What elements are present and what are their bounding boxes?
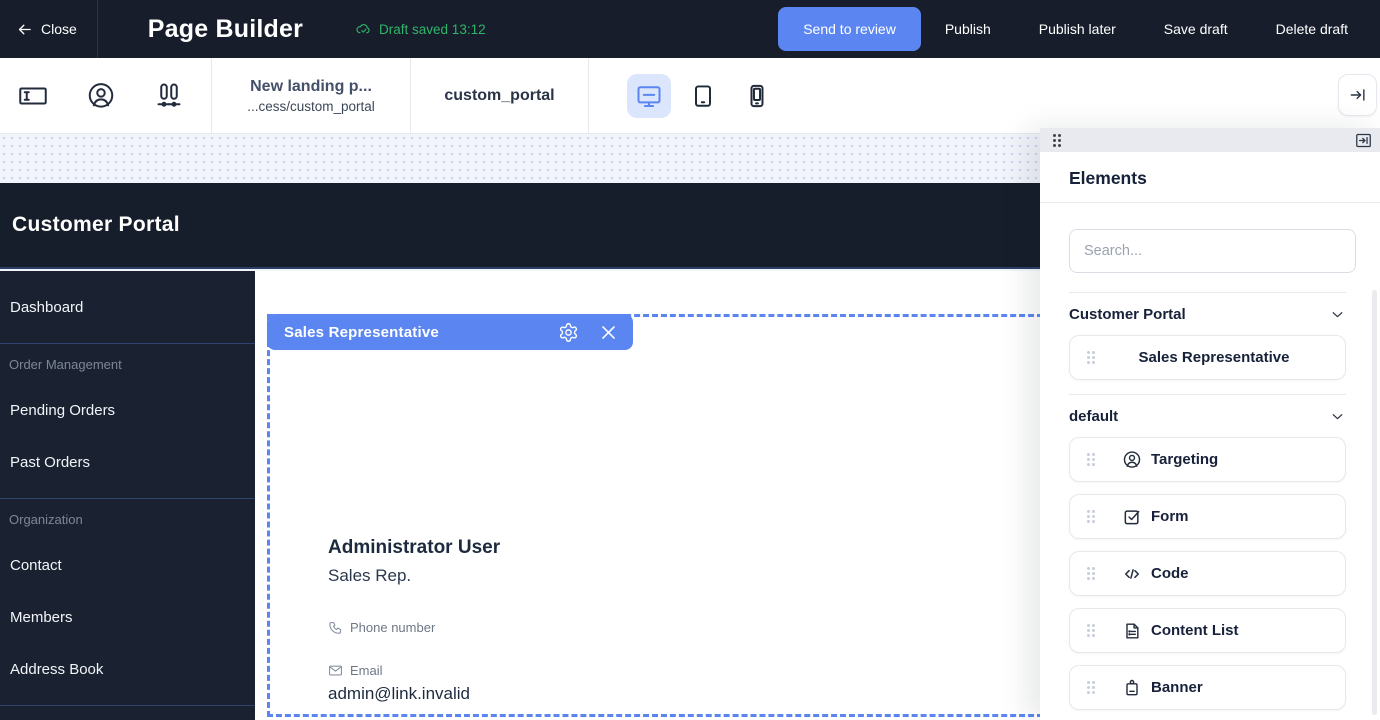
- element-item-label: Sales Representative: [1095, 349, 1333, 366]
- sidebar-item-address-book[interactable]: Address Book: [0, 643, 255, 695]
- gear-icon: [558, 322, 579, 343]
- element-item-label: Form: [1151, 508, 1189, 525]
- panel-group-default[interactable]: default: [1069, 395, 1346, 437]
- element-item-code[interactable]: Code: [1069, 551, 1346, 596]
- panel-body: Customer Portal Sales Representative def…: [1040, 203, 1380, 720]
- selected-element-outline[interactable]: Sales Representative Administrator User …: [267, 314, 1043, 717]
- back-arrow-icon: [16, 21, 33, 38]
- send-to-review-button[interactable]: Send to review: [778, 7, 921, 51]
- publish-later-button[interactable]: Publish later: [1015, 7, 1140, 51]
- element-item-label: Banner: [1151, 679, 1203, 696]
- delete-draft-button[interactable]: Delete draft: [1252, 7, 1372, 51]
- banner-icon: [1122, 678, 1142, 698]
- rep-role: Sales Rep.: [328, 566, 500, 586]
- phone-icon: [328, 620, 343, 635]
- content-list-icon: [1122, 621, 1142, 641]
- code-icon: [1122, 564, 1142, 584]
- sidebar-group-label: Organization: [0, 499, 255, 539]
- close-label: Close: [41, 21, 77, 37]
- arrow-to-bar-icon: [1348, 85, 1368, 105]
- audience-icon: [1122, 450, 1142, 470]
- element-item-sales-representative[interactable]: Sales Representative: [1069, 335, 1346, 380]
- sales-rep-card: Administrator User Sales Rep. Phone numb…: [328, 537, 500, 704]
- chevron-down-icon: [1329, 306, 1346, 323]
- drag-handle-icon[interactable]: [1087, 624, 1095, 637]
- sidebar-group-settings: Settings: [0, 705, 255, 720]
- rep-email-label: Email: [350, 663, 383, 678]
- sliders-icon[interactable]: [154, 81, 184, 111]
- rep-email-value: admin@link.invalid: [328, 684, 500, 704]
- element-item-banner[interactable]: Banner: [1069, 665, 1346, 710]
- selected-element-toolbar: Sales Representative: [267, 314, 633, 350]
- text-field-icon[interactable]: [18, 81, 48, 111]
- mobile-device-icon[interactable]: [735, 74, 779, 118]
- page-select-path: ...cess/custom_portal: [247, 99, 375, 114]
- element-item-form[interactable]: Form: [1069, 494, 1346, 539]
- panel-scrollbar[interactable]: [1372, 290, 1377, 715]
- panel-group-customer-portal[interactable]: Customer Portal: [1069, 293, 1346, 335]
- topbar-actions: Send to review Publish Publish later Sav…: [778, 7, 1380, 51]
- audience-icon[interactable]: [86, 81, 116, 111]
- portal-title: Customer Portal: [12, 213, 180, 237]
- tab-custom-portal[interactable]: custom_portal: [411, 58, 588, 133]
- app-title: Page Builder: [148, 15, 303, 44]
- sidebar-group-label: Order Management: [0, 344, 255, 384]
- drag-handle-icon[interactable]: [1087, 453, 1095, 466]
- element-item-label: Code: [1151, 565, 1189, 582]
- tool-icons: [0, 58, 211, 133]
- sidebar-item-past-orders[interactable]: Past Orders: [0, 436, 255, 488]
- form-icon: [1122, 507, 1142, 527]
- sidebar-group-organization: Organization Contact Members Address Boo…: [0, 498, 255, 695]
- builder-toolbar: New landing p... ...cess/custom_portal c…: [0, 58, 1380, 134]
- panel-grab-bar[interactable]: [1040, 128, 1380, 152]
- collapse-panel-button[interactable]: [1338, 74, 1377, 116]
- element-settings-button[interactable]: [558, 322, 579, 343]
- drag-handle-icon[interactable]: [1087, 567, 1095, 580]
- sidebar-item-members[interactable]: Members: [0, 591, 255, 643]
- rep-phone-row: Phone number: [328, 620, 500, 635]
- element-remove-button[interactable]: [599, 323, 618, 342]
- drag-handle-icon[interactable]: [1087, 681, 1095, 694]
- rep-name: Administrator User: [328, 537, 500, 559]
- dock-right-icon[interactable]: [1355, 132, 1372, 149]
- page-select[interactable]: New landing p... ...cess/custom_portal: [212, 58, 410, 133]
- topbar-divider: [97, 0, 98, 58]
- cloud-check-icon: [355, 21, 372, 38]
- sidebar-item-dashboard[interactable]: Dashboard: [0, 281, 255, 333]
- sidebar-group-order-management: Order Management Pending Orders Past Ord…: [0, 343, 255, 488]
- desktop-device-icon[interactable]: [627, 74, 671, 118]
- toolbar-divider: [588, 58, 589, 133]
- sidebar-item-pending-orders[interactable]: Pending Orders: [0, 384, 255, 436]
- drag-handle-icon[interactable]: [1087, 351, 1095, 364]
- search-input[interactable]: [1069, 229, 1356, 273]
- element-item-label: Content List: [1151, 622, 1239, 639]
- device-preview-toggle: [627, 58, 779, 133]
- group-title: Customer Portal: [1069, 306, 1186, 323]
- element-item-content-list[interactable]: Content List: [1069, 608, 1346, 653]
- topbar: Close Page Builder Draft saved 13:12 Sen…: [0, 0, 1380, 58]
- sidebar-item-contact[interactable]: Contact: [0, 539, 255, 591]
- group-title: default: [1069, 408, 1118, 425]
- element-item-label: Targeting: [1151, 451, 1218, 468]
- drag-handle-icon[interactable]: [1087, 510, 1095, 523]
- close-button[interactable]: Close: [0, 0, 97, 58]
- draft-status-label: Draft saved 13:12: [379, 22, 486, 37]
- portal-sidebar: Dashboard Order Management Pending Order…: [0, 271, 255, 720]
- elements-panel: Elements Customer Portal Sales Represent…: [1040, 128, 1380, 720]
- rep-phone-label: Phone number: [350, 620, 435, 635]
- chevron-down-icon: [1329, 408, 1346, 425]
- email-icon: [328, 663, 343, 678]
- rep-email-row: Email: [328, 663, 500, 678]
- draft-status: Draft saved 13:12: [355, 21, 486, 38]
- element-item-targeting[interactable]: Targeting: [1069, 437, 1346, 482]
- publish-button[interactable]: Publish: [921, 7, 1015, 51]
- panel-title: Elements: [1040, 152, 1380, 203]
- sidebar-group-label: Settings: [0, 706, 255, 720]
- selected-element-label: Sales Representative: [284, 324, 439, 341]
- page-select-title: New landing p...: [250, 78, 372, 96]
- save-draft-button[interactable]: Save draft: [1140, 7, 1252, 51]
- tablet-device-icon[interactable]: [681, 74, 725, 118]
- drag-handle-icon[interactable]: [1053, 134, 1061, 147]
- close-icon: [599, 323, 618, 342]
